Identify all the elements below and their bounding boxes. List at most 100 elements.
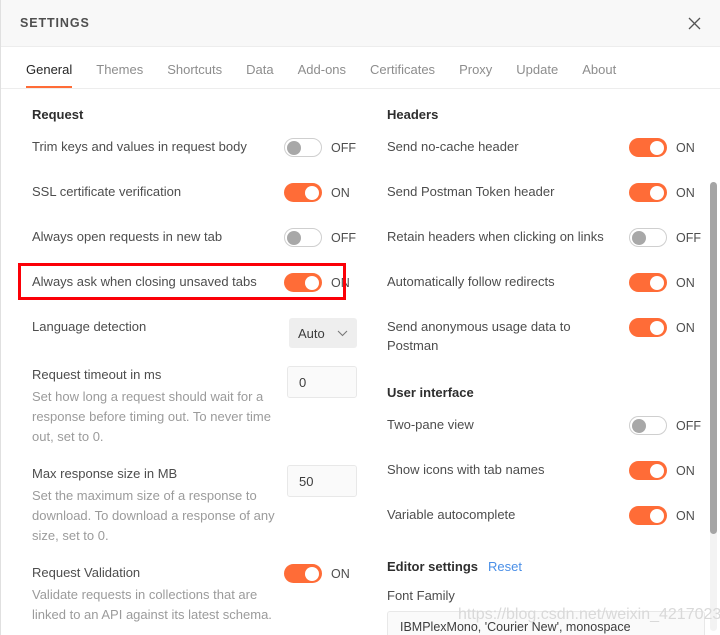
font-family-input[interactable]: IBMPlexMono, 'Courier New', monospace	[387, 611, 705, 635]
setting-row-send-postman-token-header: Send Postman Token header ON	[387, 182, 702, 210]
toggle-knob-icon	[650, 463, 664, 478]
trim-keys-and-values-in-request-body-control: OFF	[284, 137, 357, 157]
send-postman-token-header-label-wrap: Send Postman Token header	[387, 182, 629, 201]
setting-row-request-timeout-in-ms: Request timeout in ms Set how long a requ…	[32, 365, 357, 447]
show-icons-with-tab-names-toggle[interactable]	[629, 461, 667, 480]
tab-themes[interactable]: Themes	[84, 62, 155, 88]
always-ask-when-closing-unsaved-tabs-control: ON	[284, 272, 357, 292]
trim-keys-and-values-in-request-body-toggle[interactable]	[284, 138, 322, 157]
variable-autocomplete-state-label: ON	[676, 508, 695, 523]
show-icons-with-tab-names-label: Show icons with tab names	[387, 462, 545, 477]
send-no-cache-header-label-wrap: Send no-cache header	[387, 137, 629, 156]
toggle-knob-icon	[650, 320, 664, 335]
request-timeout-in-ms-description: Set how long a request should wait for a…	[32, 389, 271, 444]
reset-link[interactable]: Reset	[488, 559, 522, 574]
automatically-follow-redirects-control: ON	[629, 272, 702, 292]
language-detection-control: Auto	[289, 317, 357, 348]
send-anonymous-usage-data-to-postman-label: Send anonymous usage data to Postman	[387, 319, 571, 353]
settings-content: Request Trim keys and values in request …	[1, 89, 720, 635]
max-response-size-in-mb-label: Max response size in MB	[32, 466, 178, 481]
send-postman-token-header-control: ON	[629, 182, 702, 202]
request-timeout-in-ms-label: Request timeout in ms	[32, 367, 162, 382]
request-validation-control: ON	[284, 563, 357, 583]
trim-keys-and-values-in-request-body-state-label: OFF	[331, 140, 356, 155]
toggle-knob-icon	[632, 418, 646, 433]
two-pane-view-label-wrap: Two-pane view	[387, 415, 629, 434]
setting-row-language-detection: Language detection Auto	[32, 317, 357, 348]
editor-settings-header: Editor settings Reset	[387, 559, 702, 574]
variable-autocomplete-control: ON	[629, 505, 702, 525]
send-anonymous-usage-data-to-postman-state-label: ON	[676, 320, 695, 335]
ssl-certificate-verification-label-wrap: SSL certificate verification	[32, 182, 284, 201]
setting-row-retain-headers-when-clicking-on-links: Retain headers when clicking on links OFF	[387, 227, 702, 255]
section-title-user-interface: User interface	[387, 385, 474, 400]
language-detection-dropdown[interactable]: Auto	[289, 318, 357, 348]
always-open-requests-in-new-tab-control: OFF	[284, 227, 357, 247]
setting-row-two-pane-view: Two-pane view OFF	[387, 415, 702, 443]
two-pane-view-toggle[interactable]	[629, 416, 667, 435]
request-validation-toggle[interactable]	[284, 564, 322, 583]
dialog-titlebar: SETTINGS	[1, 0, 720, 47]
send-postman-token-header-state-label: ON	[676, 185, 695, 200]
toggle-knob-icon	[650, 275, 664, 290]
toggle-knob-icon	[305, 275, 319, 290]
always-open-requests-in-new-tab-toggle[interactable]	[284, 228, 322, 247]
two-pane-view-control: OFF	[629, 415, 702, 435]
always-ask-when-closing-unsaved-tabs-state-label: ON	[331, 275, 350, 290]
font-family-label: Font Family	[387, 588, 455, 603]
max-response-size-in-mb-input[interactable]: 50	[287, 465, 357, 497]
setting-row-automatically-follow-redirects: Automatically follow redirects ON	[387, 272, 702, 300]
send-no-cache-header-toggle[interactable]	[629, 138, 667, 157]
settings-dialog: SETTINGS General Themes Shortcuts Data Add-o…	[0, 0, 720, 635]
chevron-down-icon	[337, 330, 348, 336]
show-icons-with-tab-names-state-label: ON	[676, 463, 695, 478]
always-ask-when-closing-unsaved-tabs-toggle[interactable]	[284, 273, 322, 292]
send-postman-token-header-toggle[interactable]	[629, 183, 667, 202]
variable-autocomplete-label: Variable autocomplete	[387, 507, 516, 522]
section-title-editor-settings: Editor settings	[387, 559, 479, 574]
toggle-knob-icon	[287, 140, 301, 155]
request-validation-description: Validate requests in collections that ar…	[32, 587, 272, 622]
tab-shortcuts[interactable]: Shortcuts	[155, 62, 234, 88]
tab-data[interactable]: Data	[234, 62, 285, 88]
tab-add-ons[interactable]: Add-ons	[286, 62, 358, 88]
always-open-requests-in-new-tab-state-label: OFF	[331, 230, 356, 245]
setting-row-send-anonymous-usage-data-to-postman: Send anonymous usage data to Postman ON	[387, 317, 702, 355]
tab-certificates[interactable]: Certificates	[358, 62, 447, 88]
setting-row-max-response-size-in-mb: Max response size in MB Set the maximum s…	[32, 464, 357, 546]
close-icon	[688, 17, 700, 29]
variable-autocomplete-toggle[interactable]	[629, 506, 667, 525]
retain-headers-when-clicking-on-links-toggle[interactable]	[629, 228, 667, 247]
always-open-requests-in-new-tab-label: Always open requests in new tab	[32, 229, 223, 244]
send-anonymous-usage-data-to-postman-toggle[interactable]	[629, 318, 667, 337]
toggle-knob-icon	[287, 230, 301, 245]
max-response-size-in-mb-control: 50	[287, 464, 357, 497]
toggle-knob-icon	[305, 566, 319, 581]
setting-row-show-icons-with-tab-names: Show icons with tab names ON	[387, 460, 702, 488]
tab-update[interactable]: Update	[504, 62, 570, 88]
setting-row-always-ask-when-closing-unsaved-tabs: Always ask when closing unsaved tabs ON	[32, 272, 357, 300]
tab-about[interactable]: About	[570, 62, 628, 88]
always-ask-when-closing-unsaved-tabs-label: Always ask when closing unsaved tabs	[32, 274, 257, 289]
ssl-certificate-verification-control: ON	[284, 182, 357, 202]
scrollbar-thumb[interactable]	[710, 182, 717, 534]
request-timeout-in-ms-input[interactable]: 0	[287, 366, 357, 398]
toggle-knob-icon	[632, 230, 646, 245]
send-no-cache-header-state-label: ON	[676, 140, 695, 155]
headers-column: Headers Send no-cache header ON Send Postm…	[357, 107, 705, 635]
send-no-cache-header-control: ON	[629, 137, 702, 157]
request-timeout-in-ms-label-wrap: Request timeout in ms Set how long a requ…	[32, 365, 287, 447]
close-button[interactable]	[680, 9, 708, 37]
tab-general[interactable]: General	[14, 62, 84, 88]
ssl-certificate-verification-toggle[interactable]	[284, 183, 322, 202]
always-open-requests-in-new-tab-label-wrap: Always open requests in new tab	[32, 227, 284, 246]
request-validation-state-label: ON	[331, 566, 350, 581]
setting-row-request-validation: Request Validation Validate requests in c…	[32, 563, 357, 625]
send-anonymous-usage-data-to-postman-control: ON	[629, 317, 702, 337]
two-pane-view-label: Two-pane view	[387, 417, 474, 432]
retain-headers-when-clicking-on-links-state-label: OFF	[676, 230, 701, 245]
automatically-follow-redirects-toggle[interactable]	[629, 273, 667, 292]
tab-proxy[interactable]: Proxy	[447, 62, 504, 88]
section-title-request: Request	[32, 107, 84, 122]
send-postman-token-header-label: Send Postman Token header	[387, 184, 555, 199]
